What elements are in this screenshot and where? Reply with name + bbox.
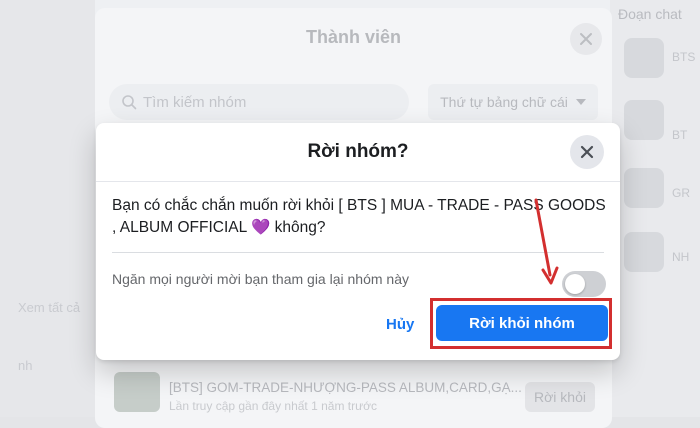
sort-dropdown[interactable]: Thứ tự bảng chữ cái bbox=[428, 84, 598, 120]
caret-down-icon bbox=[575, 99, 586, 105]
divider bbox=[112, 252, 604, 253]
chat-thumbnail bbox=[624, 232, 664, 272]
leave-group-button[interactable]: Rời khỏi nhóm bbox=[436, 305, 608, 341]
members-search-input[interactable]: Tìm kiếm nhóm bbox=[109, 84, 409, 120]
modal-message-suffix: không? bbox=[274, 219, 326, 236]
close-icon bbox=[580, 145, 594, 159]
toggle-knob bbox=[565, 274, 585, 294]
modal-title: Rời nhóm? bbox=[307, 141, 409, 162]
left-panel-text: Xem tất cả bbox=[18, 300, 81, 315]
right-panel: Đoạn chat BTS BT GR NH bbox=[610, 0, 700, 417]
group-thumbnail bbox=[114, 372, 160, 412]
modal-message: Bạn có chắc chắn muốn rời khỏi [ BTS ] M… bbox=[112, 195, 606, 239]
right-panel-title: Đoạn chat bbox=[618, 6, 682, 22]
chat-thumbnail bbox=[624, 168, 664, 208]
chat-snippet: GR bbox=[672, 186, 690, 200]
group-row: [BTS] GOM-TRADE-NHƯỢNG-PASS ALBUM,CARD,G… bbox=[95, 372, 612, 417]
close-icon bbox=[580, 33, 592, 45]
search-icon bbox=[122, 95, 137, 110]
modal-close-button[interactable] bbox=[570, 135, 604, 169]
left-panel-text: nh bbox=[18, 358, 33, 373]
chat-thumbnail bbox=[624, 38, 664, 78]
search-placeholder: Tìm kiếm nhóm bbox=[143, 93, 247, 111]
leave-group-modal: Rời nhóm? Bạn có chắc chắn muốn rời khỏi… bbox=[96, 123, 620, 360]
modal-header: Rời nhóm? bbox=[96, 123, 620, 182]
prevent-reinvite-toggle[interactable] bbox=[562, 271, 606, 297]
group-row-subtitle: Lần truy cập gần đây nhất 1 năm trước bbox=[169, 399, 378, 413]
group-row-name: [BTS] GOM-TRADE-NHƯỢNG-PASS ALBUM,CARD,G… bbox=[169, 380, 522, 395]
chat-snippet: BTS bbox=[672, 50, 696, 64]
chat-thumbnail bbox=[624, 100, 664, 140]
left-panel: Xem tất cả nh bbox=[0, 0, 95, 417]
members-dialog-title: Thành viên bbox=[305, 27, 401, 47]
prevent-reinvite-label: Ngăn mọi người mời bạn tham gia lại nhóm… bbox=[112, 271, 409, 287]
chat-snippet: NH bbox=[672, 250, 690, 264]
sort-dropdown-label: Thứ tự bảng chữ cái bbox=[440, 94, 568, 110]
cancel-button[interactable]: Hủy bbox=[386, 316, 414, 333]
chat-snippet: BT bbox=[672, 128, 688, 142]
modal-message-text: Bạn có chắc chắn muốn rời khỏi [ BTS ] M… bbox=[112, 197, 606, 236]
group-leave-button[interactable]: Rời khỏi bbox=[525, 382, 595, 412]
members-close-button[interactable] bbox=[570, 23, 602, 55]
purple-heart-icon: 💜 bbox=[250, 219, 271, 236]
